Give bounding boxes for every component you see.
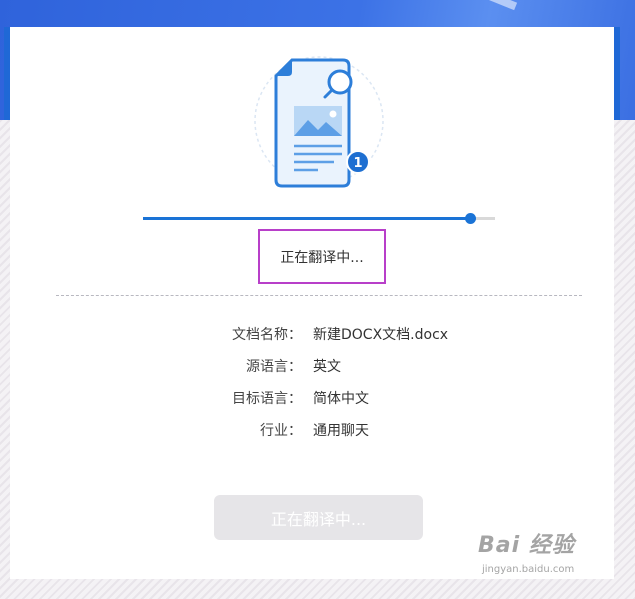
progress-fill — [143, 217, 471, 220]
info-row: 目标语言： 简体中文 — [0, 388, 635, 408]
info-label: 源语言： — [246, 359, 302, 375]
translating-button[interactable]: 正在翻译中... — [214, 495, 423, 540]
translation-status-text: 正在翻译中... — [258, 229, 386, 284]
info-row: 文档名称： 新建DOCX文档.docx — [0, 324, 635, 344]
info-value: 简体中文 — [313, 391, 369, 407]
section-divider — [56, 295, 582, 296]
card-edge-right — [614, 27, 620, 120]
baidu-jingyan-watermark: Bai 经验 jingyan.baidu.com — [478, 527, 628, 587]
watermark-logo: Bai 经验 — [478, 533, 575, 558]
info-label: 行业： — [260, 423, 302, 439]
info-value: 新建DOCX文档.docx — [313, 327, 449, 343]
info-label: 文档名称： — [232, 327, 302, 343]
watermark-url: jingyan.baidu.com — [482, 564, 575, 575]
info-value: 英文 — [313, 359, 341, 375]
document-icon: 1 — [254, 56, 384, 188]
info-row: 源语言： 英文 — [0, 356, 635, 376]
info-row: 行业： 通用聊天 — [0, 420, 635, 440]
info-label: 目标语言： — [232, 391, 302, 407]
translation-progress-bar — [143, 213, 495, 224]
banner-decoration — [402, 0, 518, 11]
document-translating-icon: 1 — [248, 50, 390, 192]
info-value: 通用聊天 — [313, 423, 369, 439]
file-count-badge: 1 — [353, 156, 362, 171]
